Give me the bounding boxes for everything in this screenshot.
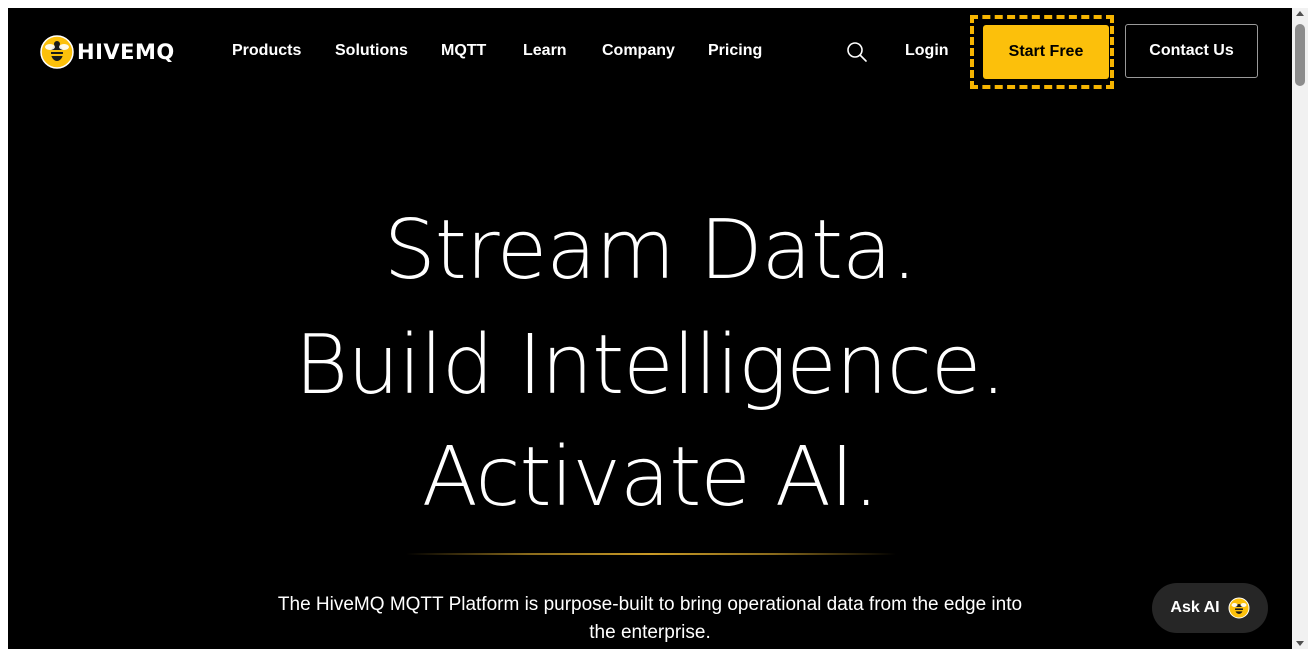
login-link[interactable]: Login — [905, 42, 949, 60]
bee-logo-icon — [40, 35, 74, 69]
nav-item-mqtt[interactable]: MQTT — [441, 42, 486, 60]
scroll-thumb[interactable] — [1295, 24, 1305, 86]
ask-ai-label: Ask AI — [1170, 599, 1220, 616]
nav-item-products[interactable]: Products — [232, 42, 301, 60]
vertical-scrollbar[interactable] — [1292, 8, 1308, 649]
hero-divider — [406, 553, 896, 555]
page-viewport: HIVEMQ Products Solutions MQTT Learn Com… — [8, 8, 1292, 649]
start-free-button[interactable]: Start Free — [983, 25, 1109, 79]
nav-item-pricing[interactable]: Pricing — [708, 42, 762, 60]
nav-item-learn[interactable]: Learn — [523, 42, 567, 60]
hero-headline-line-3: Activate AI. — [421, 430, 879, 525]
hero-headline-line-1: Stream Data. — [383, 203, 918, 298]
hero-subtitle-line-1: The HiveMQ MQTT Platform is purpose-buil… — [277, 594, 1023, 615]
hivemq-logo[interactable]: HIVEMQ — [40, 35, 175, 69]
contact-us-button[interactable]: Contact Us — [1125, 24, 1258, 78]
logo-text: HIVEMQ — [77, 40, 175, 64]
ask-ai-button[interactable]: Ask AI — [1152, 583, 1268, 633]
scroll-up-arrow-icon[interactable] — [1296, 11, 1304, 16]
hero-subtitle-line-2: the enterprise. — [589, 622, 711, 643]
hero-subtitle: The HiveMQ MQTT Platform is purpose-buil… — [238, 591, 1062, 647]
bee-icon — [1228, 597, 1250, 619]
hero-headline-line-2: Build Intelligence. — [294, 318, 1007, 413]
search-icon[interactable] — [846, 41, 870, 63]
nav-item-solutions[interactable]: Solutions — [335, 42, 408, 60]
scroll-down-arrow-icon[interactable] — [1296, 641, 1304, 646]
nav-item-company[interactable]: Company — [602, 42, 675, 60]
